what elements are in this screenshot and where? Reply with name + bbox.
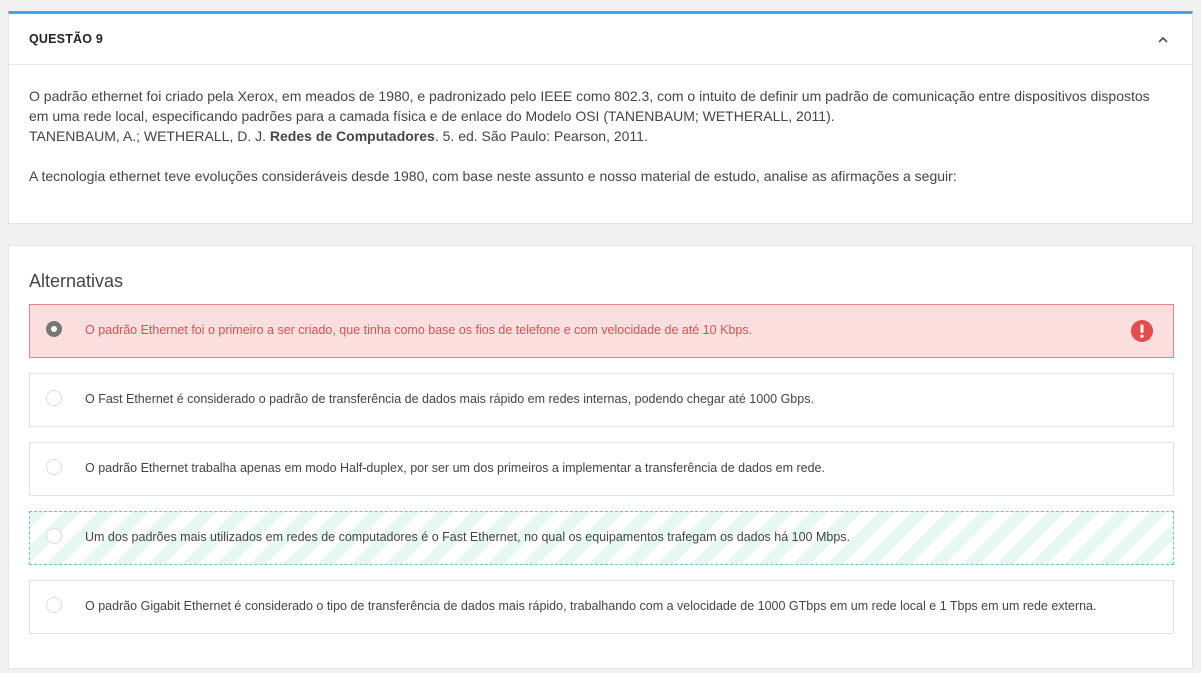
question-prompt: A tecnologia ethernet teve evoluções con…: [29, 168, 957, 184]
question-header: QUESTÃO 9: [9, 14, 1192, 65]
alternative-option-d[interactable]: Um dos padrões mais utilizados em redes …: [29, 511, 1174, 565]
reference: TANENBAUM, A.; WETHERALL, D. J. Redes de…: [29, 126, 1172, 146]
alternative-option-e[interactable]: O padrão Gigabit Ethernet é considerado …: [29, 580, 1174, 634]
radio-button[interactable]: [46, 528, 62, 544]
alternative-option-a[interactable]: O padrão Ethernet foi o primeiro a ser c…: [29, 304, 1174, 358]
radio-button[interactable]: [46, 459, 62, 475]
exclamation-circle-icon: [1131, 320, 1153, 342]
radio-button[interactable]: [46, 321, 62, 337]
alternative-option-c[interactable]: O padrão Ethernet trabalha apenas em mod…: [29, 442, 1174, 496]
alternative-label: O padrão Gigabit Ethernet é considerado …: [85, 599, 1097, 613]
alternatives-title: Alternativas: [29, 271, 124, 291]
question-title: QUESTÃO 9: [29, 32, 104, 46]
alternative-option-b[interactable]: O Fast Ethernet é considerado o padrão d…: [29, 373, 1174, 427]
alternative-label: O padrão Ethernet foi o primeiro a ser c…: [85, 323, 753, 337]
radio-button[interactable]: [46, 597, 62, 613]
alternatives-card: Alternativas O padrão Ethernet foi o pri…: [8, 245, 1193, 669]
chevron-up-icon[interactable]: [1154, 30, 1172, 48]
question-body: O padrão ethernet foi criado pela Xerox,…: [9, 65, 1192, 186]
question-paragraph: O padrão ethernet foi criado pela Xerox,…: [29, 88, 1150, 124]
alternative-label: O padrão Ethernet trabalha apenas em mod…: [85, 461, 825, 475]
reference-prefix: TANENBAUM, A.; WETHERALL, D. J.: [29, 128, 270, 144]
alternative-label: Um dos padrões mais utilizados em redes …: [85, 530, 851, 544]
alternative-label: O Fast Ethernet é considerado o padrão d…: [85, 392, 814, 406]
reference-book-title: Redes de Computadores: [269, 128, 435, 144]
question-card: QUESTÃO 9 O padrão ethernet foi criado p…: [8, 11, 1193, 224]
radio-button[interactable]: [46, 390, 62, 406]
reference-suffix: . 5. ed. São Paulo: Pearson, 2011.: [434, 128, 648, 144]
